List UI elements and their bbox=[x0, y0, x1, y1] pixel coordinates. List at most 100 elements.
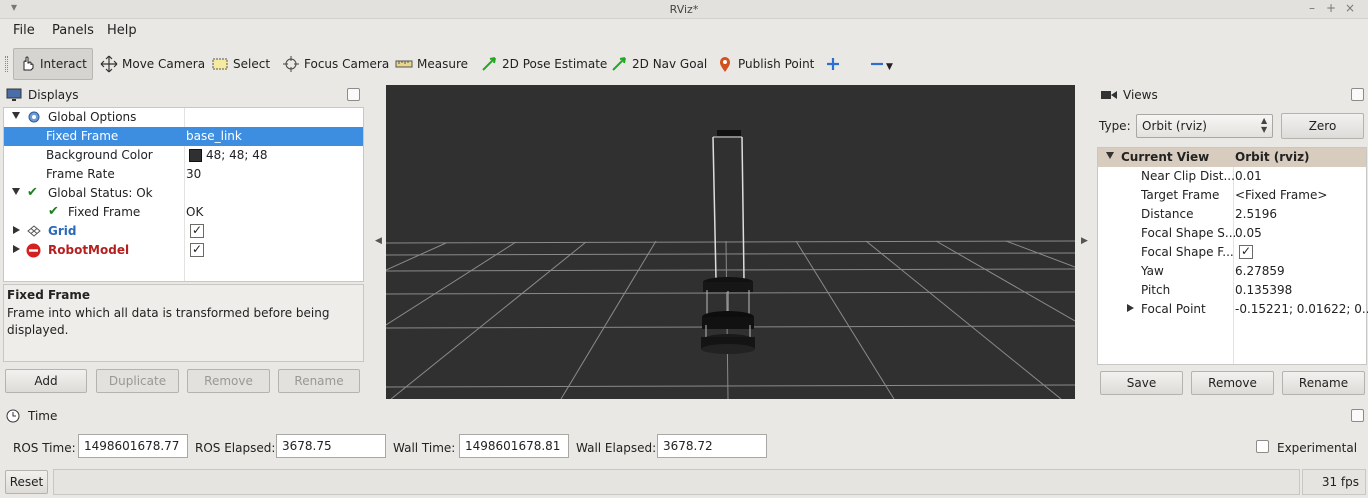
remove-view-button[interactable]: Remove bbox=[1191, 371, 1274, 395]
wall-elapsed-field[interactable]: 3678.72 bbox=[657, 434, 767, 458]
add-button[interactable]: Add bbox=[5, 369, 87, 393]
prop-row[interactable]: Focal Shape S... 0.05 bbox=[1098, 224, 1366, 243]
select-tool-button[interactable]: Select bbox=[207, 48, 274, 80]
close-icon[interactable]: × bbox=[1342, 1, 1358, 15]
menu-help[interactable]: Help bbox=[107, 23, 137, 38]
move-camera-label: Move Camera bbox=[122, 57, 206, 71]
green-arrow-icon bbox=[482, 57, 496, 71]
interact-tool-button[interactable]: Interact bbox=[13, 48, 93, 80]
time-undock-button[interactable] bbox=[1351, 409, 1364, 422]
displays-title: Displays bbox=[28, 88, 79, 102]
checkmark-icon: ✔ bbox=[48, 204, 59, 219]
fps-display: 31 fps bbox=[1302, 469, 1366, 495]
collapse-arrow-icon[interactable] bbox=[13, 226, 20, 234]
collapse-right-icon[interactable]: ▶ bbox=[1081, 236, 1088, 246]
clock-icon bbox=[6, 409, 20, 423]
ruler-icon bbox=[395, 60, 413, 68]
menu-file[interactable]: File bbox=[13, 23, 35, 38]
frame-rate-value[interactable]: 30 bbox=[186, 167, 201, 181]
status-fixed-frame-label: Fixed Frame bbox=[68, 205, 141, 219]
expand-arrow-icon[interactable] bbox=[12, 112, 20, 119]
menu-panels[interactable]: Panels bbox=[52, 23, 94, 38]
views-undock-button[interactable] bbox=[1351, 88, 1364, 101]
tree-row-robot-model[interactable]: RobotModel ✓ bbox=[4, 241, 363, 260]
minimize-icon[interactable]: – bbox=[1304, 1, 1320, 15]
toolbar-grip[interactable] bbox=[5, 56, 8, 72]
prop-value[interactable]: 0.135398 bbox=[1235, 283, 1292, 297]
tree-row-global-status[interactable]: ✔ Global Status: Ok bbox=[4, 184, 363, 203]
displays-tree: Global Options Fixed Frame base_link Bac… bbox=[3, 107, 364, 282]
tree-row-grid[interactable]: Grid ✓ bbox=[4, 222, 363, 241]
spin-arrows-icon: ▲ ▼ bbox=[1261, 116, 1268, 134]
gear-icon bbox=[28, 111, 40, 123]
zero-button[interactable]: Zero bbox=[1281, 113, 1364, 139]
duplicate-button[interactable]: Duplicate bbox=[96, 369, 179, 393]
rename-view-button[interactable]: Rename bbox=[1282, 371, 1365, 395]
publish-point-tool-button[interactable]: Publish Point bbox=[712, 48, 818, 80]
current-view-label: Current View bbox=[1121, 150, 1210, 164]
grid-enabled-checkbox[interactable]: ✓ bbox=[190, 224, 204, 238]
view-type-select[interactable]: Orbit (rviz) ▲ ▼ bbox=[1136, 114, 1273, 138]
view-type-value: Orbit (rviz) bbox=[1142, 119, 1207, 133]
collapse-arrow-icon[interactable] bbox=[1127, 304, 1134, 312]
prop-value[interactable]: 2.5196 bbox=[1235, 207, 1277, 221]
description-text: Frame into which all data is transformed… bbox=[7, 306, 330, 337]
current-view-row[interactable]: Current View Orbit (rviz) bbox=[1098, 148, 1366, 167]
robot-model-enabled-checkbox[interactable]: ✓ bbox=[190, 243, 204, 257]
tree-row-background-color[interactable]: Background Color 48; 48; 48 bbox=[4, 146, 363, 165]
prop-value[interactable]: 0.01 bbox=[1235, 169, 1262, 183]
collapse-arrow-icon[interactable] bbox=[13, 245, 20, 253]
wall-time-field[interactable]: 1498601678.81 bbox=[459, 434, 569, 458]
move-camera-tool-button[interactable]: Move Camera bbox=[96, 48, 209, 80]
ros-elapsed-field[interactable]: 3678.75 bbox=[276, 434, 386, 458]
window-titlebar: ▾ RViz* – + × bbox=[0, 0, 1368, 19]
description-title: Fixed Frame bbox=[7, 288, 91, 302]
tree-row-global-options[interactable]: Global Options bbox=[4, 108, 363, 127]
prop-value[interactable]: 6.27859 bbox=[1235, 264, 1285, 278]
reset-button[interactable]: Reset bbox=[5, 470, 48, 494]
collapse-left-icon[interactable]: ◀ bbox=[375, 236, 382, 246]
prop-value[interactable]: <Fixed Frame> bbox=[1235, 188, 1327, 202]
background-color-value[interactable]: 48; 48; 48 bbox=[206, 148, 268, 162]
global-status-label: Global Status: Ok bbox=[48, 186, 153, 200]
measure-tool-button[interactable]: Measure bbox=[391, 48, 472, 80]
prop-row[interactable]: Distance 2.5196 bbox=[1098, 205, 1366, 224]
nav-goal-label: 2D Nav Goal bbox=[632, 57, 708, 71]
tree-row-frame-rate[interactable]: Frame Rate 30 bbox=[4, 165, 363, 184]
prop-row[interactable]: Yaw 6.27859 bbox=[1098, 262, 1366, 281]
crosshair-icon bbox=[283, 56, 299, 72]
fixed-frame-value[interactable]: base_link bbox=[186, 129, 242, 143]
prop-row[interactable]: Target Frame <Fixed Frame> bbox=[1098, 186, 1366, 205]
prop-row[interactable]: Near Clip Dist... 0.01 bbox=[1098, 167, 1366, 186]
monitor-icon bbox=[6, 88, 22, 101]
color-swatch[interactable] bbox=[189, 149, 202, 162]
description-box: Fixed Frame Frame into which all data is… bbox=[3, 284, 364, 362]
chevron-down-icon[interactable]: ▼ bbox=[886, 62, 893, 72]
remove-button[interactable]: Remove bbox=[187, 369, 270, 393]
prop-value[interactable]: -0.15221; 0.01622; 0.... bbox=[1235, 302, 1368, 316]
tree-row-status-fixed-frame[interactable]: ✔ Fixed Frame OK bbox=[4, 203, 363, 222]
rename-button[interactable]: Rename bbox=[278, 369, 360, 393]
prop-row[interactable]: Pitch 0.135398 bbox=[1098, 281, 1366, 300]
expand-arrow-icon[interactable] bbox=[12, 188, 20, 195]
prop-value[interactable]: 0.05 bbox=[1235, 226, 1262, 240]
focal-shape-fixed-checkbox[interactable]: ✓ bbox=[1239, 245, 1253, 259]
remove-tool-button[interactable]: ▼ bbox=[864, 48, 897, 80]
prop-row[interactable]: Focal Point -0.15221; 0.01622; 0.... bbox=[1098, 300, 1368, 319]
maximize-icon[interactable]: + bbox=[1323, 1, 1339, 15]
experimental-checkbox[interactable] bbox=[1256, 440, 1269, 453]
views-panel: Views Type: Orbit (rviz) ▲ ▼ Zero Current… bbox=[1097, 85, 1368, 405]
add-tool-button[interactable] bbox=[820, 48, 850, 80]
type-label: Type: bbox=[1099, 119, 1131, 133]
save-view-button[interactable]: Save bbox=[1100, 371, 1183, 395]
select-rect-icon bbox=[212, 58, 228, 70]
ros-time-field[interactable]: 1498601678.77 bbox=[78, 434, 188, 458]
pose-estimate-tool-button[interactable]: 2D Pose Estimate bbox=[476, 48, 611, 80]
displays-undock-button[interactable] bbox=[347, 88, 360, 101]
prop-row[interactable]: Focal Shape F... ✓ bbox=[1098, 243, 1366, 262]
tree-row-fixed-frame[interactable]: Fixed Frame base_link bbox=[4, 127, 363, 146]
expand-arrow-icon[interactable] bbox=[1106, 152, 1114, 159]
nav-goal-tool-button[interactable]: 2D Nav Goal bbox=[606, 48, 711, 80]
focus-camera-tool-button[interactable]: Focus Camera bbox=[278, 48, 393, 80]
3d-viewport[interactable] bbox=[386, 85, 1075, 399]
